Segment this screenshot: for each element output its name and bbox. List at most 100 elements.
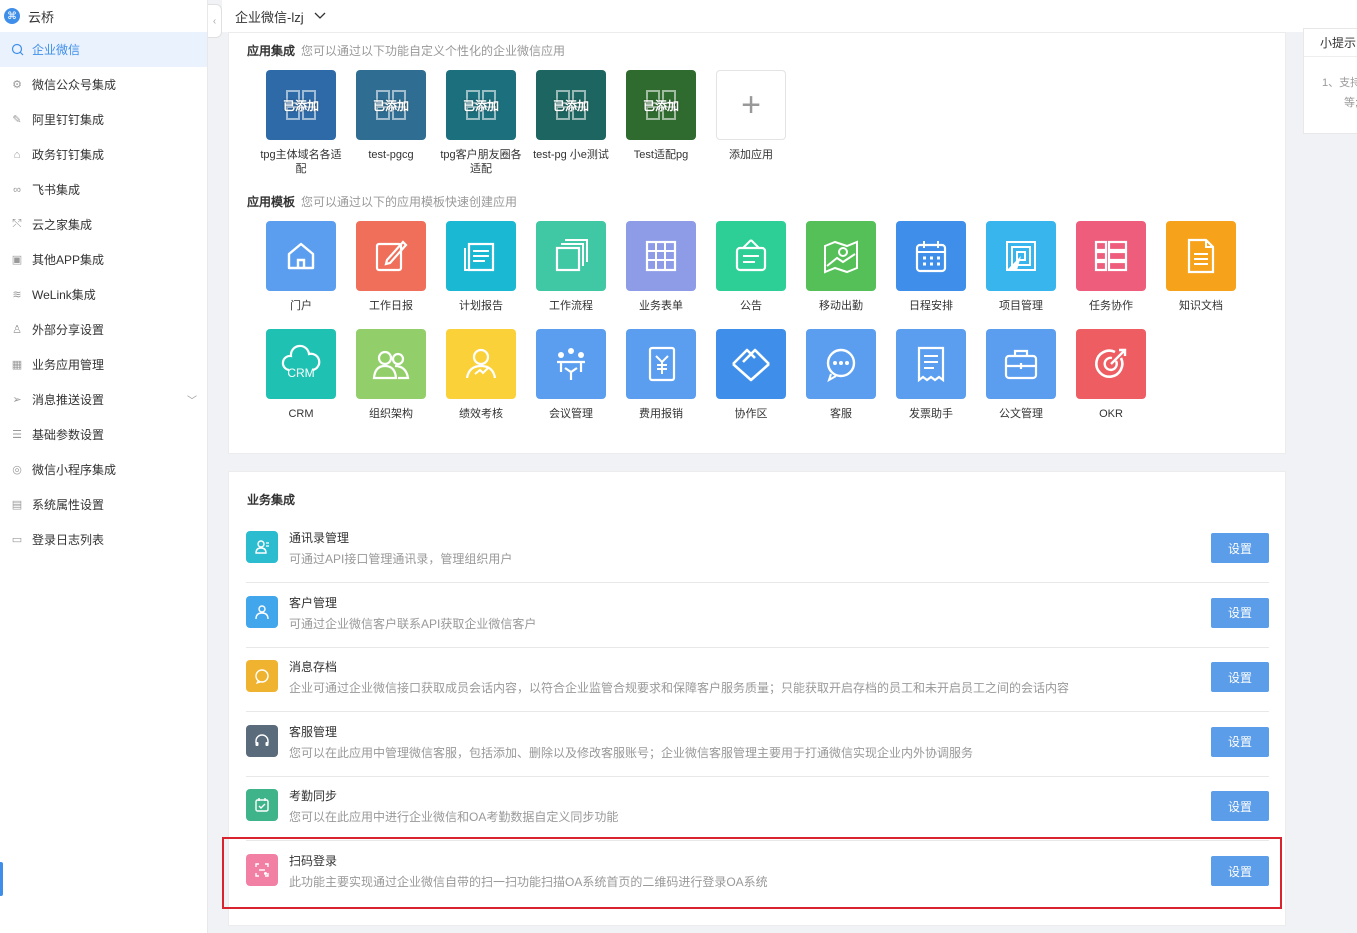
pin-icon: ✎	[12, 114, 22, 126]
sidebar-item-label: 微信公众号集成	[32, 78, 117, 92]
app-label: 发票助手	[909, 408, 953, 420]
business-row-title: 消息存档	[289, 660, 338, 675]
sidebar-item-other-app[interactable]: ▣ 其他APP集成	[0, 242, 207, 277]
added-app[interactable]: 已添加 test-pg 小e测试	[526, 70, 616, 162]
app-label: 绩效考核	[459, 408, 503, 420]
sidebar-item-feishu[interactable]: ∞ 飞书集成	[0, 172, 207, 207]
log-icon: ▭	[11, 534, 23, 546]
added-app[interactable]: 已添加 test-pgcg	[346, 70, 436, 162]
app-label: 协作区	[734, 408, 768, 420]
template-app[interactable]: 公文管理	[976, 329, 1066, 421]
template-app[interactable]: 工作日报	[346, 221, 436, 313]
sidebar-item-external-share[interactable]: ♙ 外部分享设置	[0, 312, 207, 347]
sidebar-item-dingtalk[interactable]: ✎ 阿里钉钉集成	[0, 102, 207, 137]
template-app[interactable]: 门户	[256, 221, 346, 313]
template-app[interactable]: CRM CRM	[256, 329, 346, 421]
people-icon	[356, 329, 426, 399]
template-app[interactable]: 公告	[706, 221, 796, 313]
template-app[interactable]: 日程安排	[886, 221, 976, 313]
sidebar-item-basic-params[interactable]: ☰ 基础参数设置	[0, 417, 207, 452]
settings-button[interactable]: 设置	[1211, 533, 1269, 563]
sidebar-item-login-log[interactable]: ▭ 登录日志列表	[0, 522, 207, 557]
sidebar-item-wechat-official[interactable]: ⚙ 微信公众号集成	[0, 67, 207, 102]
invoice-icon	[896, 329, 966, 399]
templates-section-title: 应用模板 您可以通过以下的应用模板快速创建应用	[247, 193, 517, 210]
added-tag: 已添加	[552, 99, 589, 113]
settings-button[interactable]: 设置	[1211, 662, 1269, 693]
app-tile: 已添加	[446, 70, 516, 140]
project-icon	[986, 221, 1056, 291]
sidebar-item-welink[interactable]: ≋ WeLink集成	[0, 277, 207, 312]
table-icon	[626, 221, 696, 291]
section-title: 应用模板	[247, 195, 296, 209]
template-app[interactable]: 协作区	[706, 329, 796, 421]
contacts-icon	[246, 531, 278, 563]
sliders-icon: ☰	[12, 429, 22, 441]
settings-button[interactable]: 设置	[1211, 791, 1269, 822]
template-app[interactable]: 发票助手	[886, 329, 976, 421]
sidebar-item-label: 系统属性设置	[32, 498, 105, 512]
miniprogram-icon: ◎	[12, 464, 22, 476]
app-label: 会议管理	[549, 408, 593, 420]
template-app[interactable]: OKR	[1066, 329, 1156, 421]
chevron-down-icon[interactable]	[314, 12, 326, 20]
template-app[interactable]: 客服	[796, 329, 886, 421]
corp-selector[interactable]: 企业微信-lzj	[235, 7, 304, 26]
app-tile: 已添加	[266, 70, 336, 140]
app-label: 公文管理	[999, 408, 1043, 420]
app-label: 工作日报	[369, 300, 413, 312]
headset-icon	[246, 724, 278, 757]
sidebar-item-label: 阿里钉钉集成	[32, 113, 105, 127]
app-label: 业务表单	[639, 300, 683, 312]
business-row: 通讯录管理 可通过API接口管理通讯录，管理组织用户 设置	[246, 519, 1269, 583]
sidebar-item-business-apps[interactable]: ▦ 业务应用管理	[0, 347, 207, 382]
template-app[interactable]: 任务协作	[1066, 221, 1156, 313]
sidebar-item-label: WeLink集成	[32, 288, 96, 302]
business-row-desc: 企业可通过企业微信接口获取成员会话内容，以符合企业监管合规要求和保障客户服务质量…	[289, 681, 1070, 696]
template-app[interactable]: 组织架构	[346, 329, 436, 421]
app-label: tpg客户朋友圈各适配	[440, 149, 522, 175]
added-app[interactable]: 已添加 tpg主体域名各适配	[256, 70, 346, 176]
template-app[interactable]: 费用报销	[616, 329, 706, 421]
settings-button[interactable]: 设置	[1211, 726, 1269, 757]
document-icon	[1166, 221, 1236, 291]
template-app[interactable]: 工作流程	[526, 221, 616, 313]
sidebar-collapse-button[interactable]: ‹	[208, 4, 222, 38]
highlight-box	[222, 837, 1282, 909]
app-label: 组织架构	[369, 408, 413, 420]
sidebar-item-gov-dingtalk[interactable]: ⌂ 政务钉钉集成	[0, 137, 207, 172]
send-icon: ➢	[12, 394, 22, 406]
plus-icon: +	[716, 70, 786, 140]
template-app[interactable]: 绩效考核	[436, 329, 526, 421]
hint-text-line: 等;	[1344, 97, 1357, 109]
template-app[interactable]: 移动出勤	[796, 221, 886, 313]
sidebar-item-miniprogram[interactable]: ◎ 微信小程序集成	[0, 452, 207, 487]
sidebar-item-message-push[interactable]: ➢ 消息推送设置 ﹀	[0, 382, 207, 417]
sidebar-item-label: 登录日志列表	[32, 533, 105, 547]
hint-title: 小提示	[1304, 29, 1357, 57]
sidebar-item-label: 政务钉钉集成	[32, 148, 105, 162]
sidebar-item-system-props[interactable]: ▤ 系统属性设置	[0, 487, 207, 522]
template-app[interactable]: 业务表单	[616, 221, 706, 313]
sidebar-item-label: 其他APP集成	[32, 253, 105, 267]
business-row-title: 通讯录管理	[289, 531, 350, 545]
template-app[interactable]: 项目管理	[976, 221, 1066, 313]
added-app[interactable]: 已添加 Test适配pg	[616, 70, 706, 162]
added-app[interactable]: 已添加 tpg客户朋友圈各适配	[436, 70, 526, 176]
template-app[interactable]: 会议管理	[526, 329, 616, 421]
business-row: 消息存档企业可通过企业微信接口获取成员会话内容，以符合企业监管合规要求和保障客户…	[246, 648, 1269, 713]
grid-icon: ▦	[11, 359, 23, 371]
app-label: test-pg 小e测试	[533, 149, 609, 161]
sidebar-item-wecom[interactable]: 企业微信	[0, 32, 207, 67]
section-subtitle: 您可以通过以下功能自定义个性化的企业微信应用	[301, 44, 566, 58]
app-label: Test适配pg	[633, 149, 689, 161]
template-app[interactable]: 计划报告	[436, 221, 526, 313]
sidebar-item-yunzhijia[interactable]: ⤲ 云之家集成	[0, 207, 207, 242]
add-app-button[interactable]: + 添加应用	[706, 70, 796, 162]
template-app[interactable]: 知识文档	[1156, 221, 1246, 313]
chat-bubble-icon	[806, 329, 876, 399]
app-label: 工作流程	[549, 300, 593, 312]
settings-button[interactable]: 设置	[1211, 597, 1269, 628]
business-row: 客服管理 您可以在此应用中管理微信客服，包括添加、删除以及修改客服账号；企业微信客…	[246, 713, 1269, 777]
expense-icon	[626, 329, 696, 399]
